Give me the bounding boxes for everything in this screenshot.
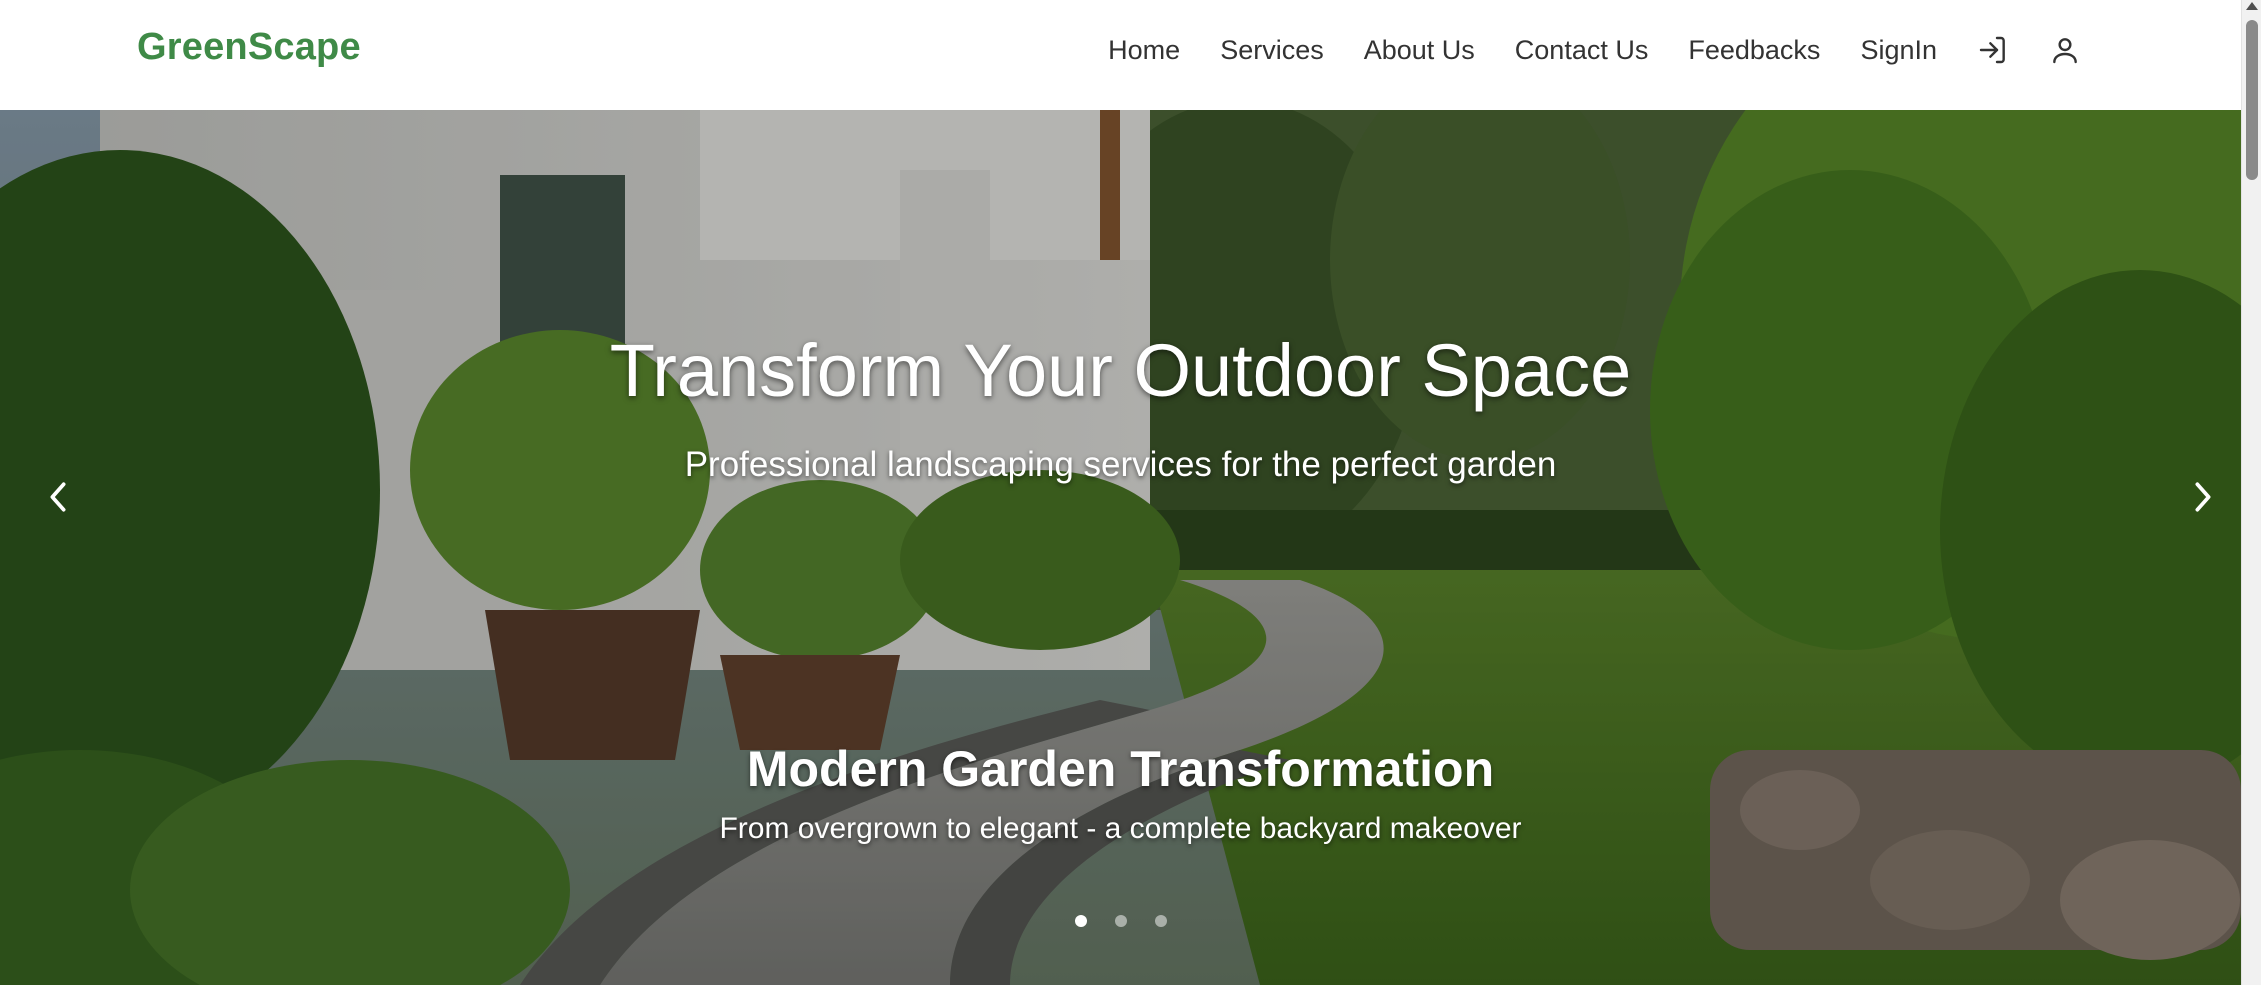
scroll-up-arrow-icon[interactable] bbox=[2246, 2, 2258, 10]
login-icon[interactable] bbox=[1975, 32, 2011, 68]
page-scrollbar[interactable] bbox=[2241, 0, 2261, 985]
nav-about-us[interactable]: About Us bbox=[1344, 35, 1495, 66]
hero-subtitle: Professional landscaping services for th… bbox=[684, 445, 1557, 484]
nav-contact-us[interactable]: Contact Us bbox=[1495, 35, 1669, 66]
nav-signin[interactable]: SignIn bbox=[1840, 35, 1957, 66]
navbar: GreenScape Home Services About Us Contac… bbox=[0, 0, 2241, 110]
brand-logo[interactable]: GreenScape bbox=[137, 26, 361, 69]
nav-feedbacks[interactable]: Feedbacks bbox=[1668, 35, 1840, 66]
carousel-prev-button[interactable] bbox=[28, 462, 88, 532]
nav-services[interactable]: Services bbox=[1200, 35, 1344, 66]
hero-overlay bbox=[0, 110, 2241, 985]
carousel-indicator-3[interactable] bbox=[1154, 915, 1167, 927]
scrollbar-thumb[interactable] bbox=[2246, 20, 2258, 180]
carousel-indicator-1[interactable] bbox=[1074, 915, 1087, 927]
hero-carousel: Transform Your Outdoor Space Professiona… bbox=[0, 110, 2241, 985]
carousel-next-button[interactable] bbox=[2173, 462, 2233, 532]
nav-home[interactable]: Home bbox=[1088, 35, 1200, 66]
carousel-indicator-2[interactable] bbox=[1114, 915, 1127, 927]
chevron-left-icon bbox=[50, 482, 66, 512]
carousel-caption-title: Modern Garden Transformation bbox=[746, 741, 1495, 797]
user-icon[interactable] bbox=[2047, 32, 2083, 68]
hero-title: Transform Your Outdoor Space bbox=[609, 329, 1632, 412]
carousel-caption-text: From overgrown to elegant - a complete b… bbox=[719, 812, 1522, 845]
page: GreenScape Home Services About Us Contac… bbox=[0, 0, 2261, 985]
nav-links: Home Services About Us Contact Us Feedba… bbox=[1088, 0, 2101, 100]
chevron-right-icon bbox=[2195, 482, 2211, 512]
carousel-indicators bbox=[0, 915, 2241, 927]
